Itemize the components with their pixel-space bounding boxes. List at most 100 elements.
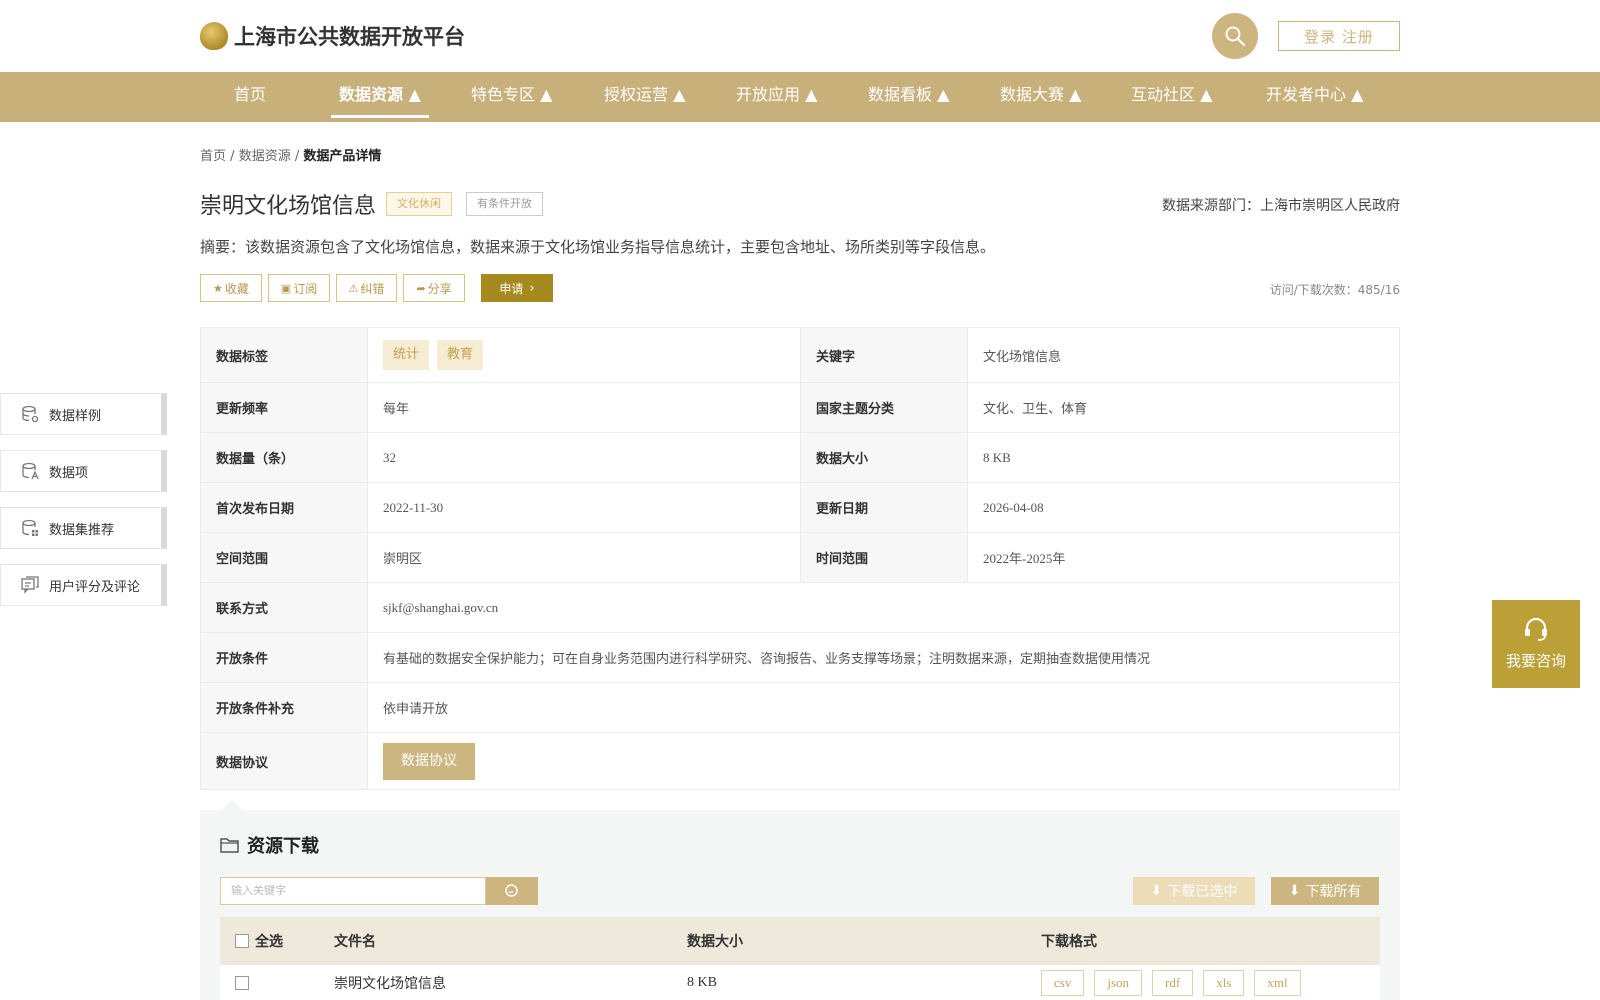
- table-row: 崇明文化场馆信息 8 KB csv json rdf xls xml: [220, 965, 1380, 1000]
- download-icon: ⬇: [1288, 883, 1301, 899]
- table-row: 数据量（条） 32 数据大小 8 KB: [200, 432, 1400, 483]
- agreement-cell: 数据协议: [367, 732, 1400, 790]
- field-label: 首次发布日期: [200, 482, 368, 533]
- apply-button[interactable]: 申请 ›: [481, 274, 553, 302]
- data-tag-chip[interactable]: 统计: [383, 340, 430, 370]
- select-all-label: 全选: [255, 934, 283, 950]
- nav-open-apps[interactable]: 开放应用 ▲: [736, 72, 817, 122]
- dataset-detail-table: 数据标签 统计 教育 关键字 文化场馆信息 更新频率 每年 国家主题分类 文化、卫…: [200, 327, 1400, 790]
- table-row: 联系方式 sjkf@shanghai.gov.cn: [200, 582, 1400, 633]
- comment-icon: [21, 576, 39, 594]
- download-title-text: 资源下载: [247, 836, 319, 857]
- database-items-icon: [22, 462, 39, 480]
- field-label: 开放条件: [200, 632, 368, 683]
- field-label: 更新日期: [800, 482, 968, 533]
- side-menu-label: 用户评分及评论: [49, 579, 141, 595]
- field-label: 数据协议: [200, 732, 368, 790]
- dataset-title: 崇明文化场馆信息: [200, 194, 377, 219]
- nav-data-resources[interactable]: 数据资源 ▲: [331, 72, 429, 122]
- side-menu-user-reviews[interactable]: 用户评分及评论: [0, 564, 167, 606]
- nav-authorized-operation[interactable]: 授权运营 ▲: [604, 72, 685, 122]
- field-label: 更新频率: [200, 382, 368, 433]
- file-size: 8 KB: [687, 974, 717, 990]
- breadcrumb-data-resources[interactable]: 数据资源: [239, 149, 291, 164]
- nav-data-dashboard[interactable]: 数据看板 ▲: [868, 72, 949, 122]
- field-label: 空间范围: [200, 532, 368, 583]
- nav-community[interactable]: 互动社区 ▲: [1131, 72, 1212, 122]
- side-menu-label: 数据样例: [49, 408, 102, 424]
- consult-button[interactable]: 我要咨询: [1492, 600, 1580, 688]
- consult-label: 我要咨询: [1505, 652, 1566, 670]
- first-publish-date-value: 2022-11-30: [367, 482, 801, 533]
- apply-label: 申请: [499, 281, 524, 296]
- favorite-button[interactable]: ★ 收藏: [200, 274, 262, 302]
- visit-download-count: 访问/下载次数：485/16: [1269, 283, 1400, 297]
- data-tag-chip[interactable]: 教育: [437, 340, 484, 370]
- keyword-search-input[interactable]: [220, 877, 486, 905]
- column-header-size: 数据大小: [687, 934, 743, 950]
- record-count-value: 32: [367, 432, 801, 483]
- search-button[interactable]: [1212, 13, 1258, 59]
- select-all-checkbox[interactable]: [235, 934, 249, 948]
- breadcrumb-current: 数据产品详情: [303, 149, 382, 164]
- field-label: 关键字: [800, 327, 968, 383]
- select-all-cell: 全选: [235, 917, 283, 965]
- breadcrumb-home[interactable]: 首页: [200, 149, 226, 164]
- nav-data-contest[interactable]: 数据大赛 ▲: [1000, 72, 1081, 122]
- resource-download-panel: 资源下载 ⬇下载已选中 ⬇下载所有 全选 文件名 数据大小 下载格式 崇明文化场…: [200, 810, 1400, 1000]
- side-menu-data-sample[interactable]: 数据样例: [0, 393, 167, 435]
- format-xls-button[interactable]: xls: [1203, 969, 1245, 996]
- field-label: 国家主题分类: [800, 382, 968, 433]
- file-name: 崇明文化场馆信息: [334, 975, 446, 992]
- side-menu-label: 数据集推荐: [49, 522, 115, 538]
- download-table-header: 全选 文件名 数据大小 下载格式: [220, 917, 1380, 965]
- side-menu-dataset-recommend[interactable]: 数据集推荐: [0, 507, 167, 549]
- report-error-button[interactable]: ⚠ 纠错: [336, 274, 397, 302]
- download-icon: ⬇: [1150, 883, 1163, 899]
- share-button[interactable]: ➦ 分享: [403, 274, 465, 302]
- site-title: 上海市公共数据开放平台: [234, 25, 465, 49]
- update-frequency-value: 每年: [367, 382, 801, 433]
- side-menu-label: 数据项: [49, 465, 89, 481]
- format-rdf-button[interactable]: rdf: [1152, 969, 1194, 996]
- folder-icon: [220, 838, 239, 853]
- data-agreement-button[interactable]: 数据协议: [383, 742, 475, 780]
- main-nav: 首页 数据资源 ▲ 特色专区 ▲ 授权运营 ▲ 开放应用 ▲ 数据看板 ▲ 数据…: [0, 72, 1600, 122]
- row-checkbox[interactable]: [235, 975, 249, 990]
- warning-icon: ⚠: [348, 281, 359, 295]
- site-logo[interactable]: 上海市公共数据开放平台: [200, 20, 465, 52]
- format-json-button[interactable]: json: [1094, 969, 1143, 996]
- field-label: 开放条件补充: [200, 682, 368, 733]
- row-select-cell: [235, 965, 249, 1000]
- breadcrumb-separator: /: [230, 149, 235, 164]
- report-error-label: 纠错: [360, 281, 385, 296]
- subscribe-label: 订阅: [293, 281, 318, 296]
- field-label: 数据标签: [200, 327, 368, 383]
- format-list: csv json rdf xls xml: [1041, 965, 1311, 1000]
- logo-emblem-icon: [200, 22, 228, 50]
- time-range-value: 2022年-2025年: [967, 532, 1400, 583]
- subscribe-button[interactable]: ▣ 订阅: [268, 274, 330, 302]
- side-menu-data-items[interactable]: 数据项: [0, 450, 167, 492]
- format-csv-button[interactable]: csv: [1041, 969, 1085, 996]
- login-register-button[interactable]: 登录 注册: [1278, 21, 1400, 51]
- table-row: 首次发布日期 2022-11-30 更新日期 2026-04-08: [200, 482, 1400, 533]
- top-header: 上海市公共数据开放平台 登录 注册: [0, 0, 1600, 72]
- nav-developer-center[interactable]: 开发者中心 ▲: [1266, 72, 1363, 122]
- download-selected-button[interactable]: ⬇ 下载已选中: [1133, 877, 1255, 905]
- format-xml-button[interactable]: xml: [1254, 969, 1301, 996]
- field-label: 时间范围: [800, 532, 968, 583]
- download-all-button[interactable]: ⬇ 下载所有: [1271, 877, 1379, 905]
- star-icon: ★: [213, 281, 223, 295]
- nav-special-zone[interactable]: 特色专区 ▲: [471, 72, 552, 122]
- bookmark-icon: ▣: [280, 281, 292, 295]
- column-header-format: 下载格式: [1041, 934, 1097, 950]
- field-label: 联系方式: [200, 582, 368, 633]
- nav-home[interactable]: 首页: [234, 72, 266, 122]
- breadcrumb: 首页 / 数据资源 / 数据产品详情: [200, 145, 381, 164]
- chevron-right-icon: ›: [529, 280, 535, 296]
- spatial-range-value: 崇明区: [367, 532, 801, 583]
- search-icon: [505, 884, 518, 897]
- keyword-search-button[interactable]: [486, 877, 538, 905]
- panel-pointer: [222, 800, 242, 810]
